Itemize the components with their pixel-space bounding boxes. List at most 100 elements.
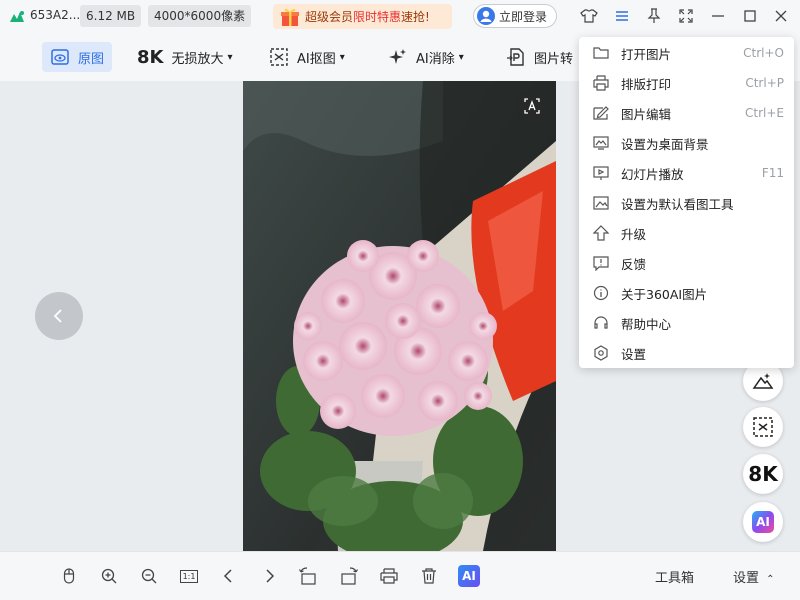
menu-item-edit-image[interactable]: 图片编辑 Ctrl+E bbox=[579, 98, 794, 128]
menu-item-label: 设置为默认看图工具 bbox=[621, 196, 734, 212]
minimize-icon[interactable] bbox=[709, 7, 727, 25]
close-icon[interactable] bbox=[772, 7, 790, 25]
menu-item-label: 关于360AI图片 bbox=[621, 286, 708, 302]
actual-size-icon: 1:1 bbox=[179, 569, 199, 583]
pin-icon[interactable] bbox=[645, 7, 663, 25]
menu-item-label: 帮助中心 bbox=[621, 316, 672, 332]
ai-erase-label: AI消除 bbox=[416, 51, 455, 67]
menu-item-label: 打开图片 bbox=[621, 46, 672, 62]
edit-image-icon bbox=[593, 106, 609, 120]
image-convert-dropdown[interactable]: 图片转 bbox=[506, 42, 573, 72]
menu-item-upgrade[interactable]: 升级 bbox=[579, 218, 794, 248]
headset-icon bbox=[594, 316, 608, 329]
landscape-enhance-icon bbox=[752, 373, 774, 389]
print-button[interactable] bbox=[378, 565, 400, 587]
chevron-down-icon: ▾ bbox=[339, 51, 345, 63]
promo-suffix: 速抢! bbox=[401, 10, 430, 24]
dimensions-badge: 4000*6000像素 bbox=[148, 5, 252, 27]
app-logo-icon bbox=[10, 11, 24, 22]
previous-image-button[interactable] bbox=[35, 292, 83, 340]
rotate-right-button[interactable] bbox=[338, 565, 360, 587]
eye-image-icon bbox=[51, 49, 69, 65]
side-cutout-button[interactable] bbox=[743, 407, 783, 447]
settings-button[interactable]: 设置 ⌃ bbox=[733, 567, 775, 586]
settings-label: 设置 bbox=[733, 571, 760, 586]
avatar-icon bbox=[477, 7, 495, 25]
menu-item-feedback[interactable]: 反馈 bbox=[579, 248, 794, 278]
skin-icon[interactable] bbox=[580, 7, 598, 25]
convert-icon bbox=[507, 48, 524, 66]
menu-item-label: 设置 bbox=[621, 346, 647, 362]
menu-item-label: 图片编辑 bbox=[621, 106, 672, 122]
text-recognition-icon bbox=[524, 98, 540, 114]
ai-erase-dropdown[interactable]: AI消除 ▾ bbox=[388, 42, 464, 72]
maximize-icon[interactable] bbox=[741, 7, 759, 25]
menu-item-shortcut: F11 bbox=[761, 166, 784, 180]
upscale-dropdown[interactable]: 8K 无损放大 ▾ bbox=[137, 42, 233, 72]
menu-item-label: 设置为桌面背景 bbox=[621, 136, 709, 152]
login-button[interactable]: 立即登录 bbox=[473, 4, 557, 28]
menu-item-help-center[interactable]: 帮助中心 bbox=[579, 308, 794, 338]
image-convert-label: 图片转 bbox=[534, 51, 574, 67]
sparkle-icon bbox=[389, 49, 406, 64]
actual-size-button[interactable]: 1:1 bbox=[178, 565, 200, 587]
chevron-down-icon: ▾ bbox=[458, 51, 464, 63]
file-size-badge: 6.12 MB bbox=[80, 5, 142, 27]
chevron-up-icon: ⌃ bbox=[766, 574, 775, 585]
vip-promo-banner[interactable]: 超级会员 限时特惠 速抢! bbox=[273, 4, 452, 29]
delete-button[interactable] bbox=[418, 565, 440, 587]
previous-button[interactable] bbox=[218, 565, 240, 587]
menu-item-label: 幻灯片播放 bbox=[621, 166, 684, 182]
mouse-icon bbox=[63, 568, 75, 584]
ai-tools-button[interactable]: AI bbox=[458, 565, 480, 587]
chevron-left-icon bbox=[223, 569, 232, 583]
zoom-out-button[interactable] bbox=[138, 565, 160, 587]
side-upscale-button[interactable]: 8K bbox=[743, 454, 783, 494]
feedback-icon bbox=[593, 256, 609, 271]
printer-icon bbox=[380, 568, 398, 584]
chevron-down-icon: ▾ bbox=[227, 51, 233, 63]
zoom-in-button[interactable] bbox=[98, 565, 120, 587]
rotate-right-icon bbox=[341, 567, 359, 585]
menu-item-label: 排版打印 bbox=[621, 76, 672, 92]
menu-item-set-default-viewer[interactable]: 设置为默认看图工具 bbox=[579, 188, 794, 218]
menu-item-shortcut: Ctrl+O bbox=[743, 46, 784, 60]
title-bar: 653A2... 6.12 MB 4000*6000像素 超级会员 限时特惠 速抢!… bbox=[0, 0, 800, 33]
menu-item-about[interactable]: 关于360AI图片 bbox=[579, 278, 794, 308]
gift-icon bbox=[281, 8, 299, 26]
info-icon bbox=[593, 285, 609, 301]
ai-cutout-dropdown[interactable]: AI抠图 ▾ bbox=[269, 42, 345, 72]
menu-item-label: 升级 bbox=[621, 226, 647, 242]
original-view-button[interactable]: 原图 bbox=[42, 42, 113, 72]
menu-item-print[interactable]: 排版打印 Ctrl+P bbox=[579, 68, 794, 98]
mouse-mode-button[interactable] bbox=[58, 565, 80, 587]
menu-item-slideshow[interactable]: 幻灯片播放 F11 bbox=[579, 158, 794, 188]
printer-icon bbox=[593, 75, 609, 91]
wallpaper-icon bbox=[593, 136, 609, 150]
promo-highlight: 限时特惠 bbox=[353, 10, 402, 24]
flower-photo bbox=[243, 81, 556, 551]
next-button[interactable] bbox=[258, 565, 280, 587]
photo-canvas[interactable] bbox=[243, 81, 556, 551]
rotate-left-button[interactable] bbox=[297, 565, 319, 587]
side-ai-button[interactable]: AI bbox=[743, 502, 783, 542]
zoom-out-icon bbox=[141, 568, 157, 584]
trash-icon bbox=[422, 568, 436, 584]
promo-prefix: 超级会员 bbox=[305, 10, 354, 24]
upscale-8k-icon: 8K bbox=[137, 46, 164, 68]
menu-item-shortcut: Ctrl+P bbox=[745, 76, 784, 90]
ocr-button[interactable] bbox=[516, 90, 548, 122]
original-label: 原图 bbox=[78, 51, 105, 67]
upscale-label: 无损放大 bbox=[171, 51, 224, 67]
menu-item-open-image[interactable]: 打开图片 Ctrl+O bbox=[579, 38, 794, 68]
folder-icon bbox=[593, 47, 609, 59]
menu-item-settings[interactable]: 设置 bbox=[579, 338, 794, 368]
menu-item-set-wallpaper[interactable]: 设置为桌面背景 bbox=[579, 128, 794, 158]
menu-item-shortcut: Ctrl+E bbox=[745, 106, 784, 120]
menu-icon[interactable] bbox=[613, 7, 631, 25]
toolbox-button[interactable]: 工具箱 bbox=[655, 567, 694, 586]
main-menu-dropdown: 打开图片 Ctrl+O 排版打印 Ctrl+P 图片编辑 Ctrl+E 设置为桌… bbox=[579, 37, 794, 368]
fullscreen-icon[interactable] bbox=[677, 7, 695, 25]
chevron-left-icon bbox=[53, 309, 62, 323]
gear-icon bbox=[594, 345, 608, 361]
